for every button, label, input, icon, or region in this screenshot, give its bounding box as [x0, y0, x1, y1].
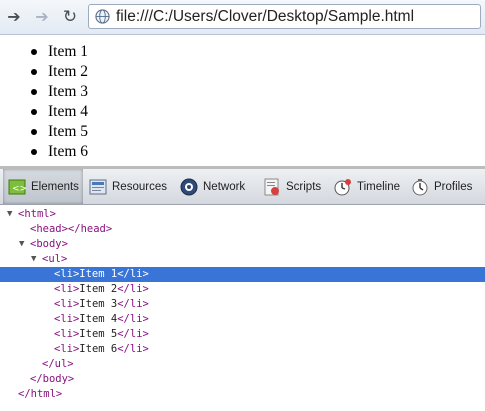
- network-icon: [180, 178, 198, 195]
- dom-node-text: </html>: [18, 388, 63, 400]
- resources-icon: [89, 179, 107, 194]
- tab-profiles[interactable]: Profiles: [410, 169, 472, 204]
- list-item: Item 6: [0, 142, 88, 162]
- address-bar[interactable]: file:///C:/Users/Clover/Desktop/Sample.h…: [88, 4, 481, 29]
- dom-node-text: <li>Item 5</li>: [54, 328, 149, 340]
- dom-node-selected[interactable]: <li>Item 1</li>: [0, 267, 485, 282]
- url-text: file:///C:/Users/Clover/Desktop/Sample.h…: [116, 8, 415, 25]
- dom-node-text: </body>: [30, 373, 75, 385]
- tab-label: Network: [203, 180, 246, 193]
- dom-node[interactable]: <head></head>: [0, 222, 485, 237]
- dom-node[interactable]: <li>Item 2</li>: [0, 282, 485, 297]
- list-item: Item 2: [0, 62, 88, 82]
- tab-network[interactable]: Network: [179, 169, 245, 204]
- dom-node-text: <li>Item 3</li>: [54, 298, 149, 310]
- dom-node[interactable]: ▼ <ul>: [0, 252, 485, 267]
- expanded-triangle-icon[interactable]: ▼: [19, 237, 24, 252]
- dom-node-text: <li>Item 4</li>: [54, 313, 149, 325]
- dom-node[interactable]: <li>Item 5</li>: [0, 327, 485, 342]
- dom-node-text: <body>: [30, 238, 68, 250]
- dom-node[interactable]: </html>: [0, 387, 485, 402]
- timeline-icon: [334, 178, 351, 195]
- dom-node-text: <html>: [18, 208, 56, 220]
- dom-node-text: <li>Item 1</li>: [54, 268, 149, 280]
- globe-icon: [95, 9, 110, 24]
- tab-scripts[interactable]: Scripts: [262, 169, 321, 204]
- expanded-triangle-icon[interactable]: ▼: [7, 207, 12, 222]
- dom-node[interactable]: </ul>: [0, 357, 485, 372]
- devtools-toolbar: <> Elements Resources Network Scripts Ti…: [0, 169, 485, 205]
- list-item: Item 3: [0, 82, 88, 102]
- list-item: Item 5: [0, 122, 88, 142]
- profiles-icon: [412, 178, 428, 195]
- dom-node-text: <ul>: [42, 253, 68, 265]
- dom-node[interactable]: </body>: [0, 372, 485, 387]
- back-arrow-icon[interactable]: ➔: [4, 7, 24, 27]
- dom-node-text: </ul>: [42, 358, 74, 370]
- tab-label: Scripts: [286, 180, 322, 193]
- dom-node[interactable]: ▼ <body>: [0, 237, 485, 252]
- elements-icon: <>: [8, 179, 27, 194]
- expanded-triangle-icon[interactable]: ▼: [31, 252, 36, 267]
- reload-icon[interactable]: ↻: [60, 7, 80, 27]
- tab-timeline[interactable]: Timeline: [333, 169, 400, 204]
- page-bullet-list: Item 1 Item 2 Item 3 Item 4 Item 5 Item …: [0, 42, 88, 162]
- dom-node-text: <li>Item 6</li>: [54, 343, 149, 355]
- dom-node[interactable]: <li>Item 6</li>: [0, 342, 485, 357]
- tab-label: Profiles: [434, 180, 473, 193]
- svg-text:<>: <>: [12, 184, 27, 194]
- browser-toolbar: ➔ ➔ ↻ file:///C:/Users/Clover/Desktop/Sa…: [0, 0, 485, 35]
- dom-node-text: <head></head>: [30, 223, 113, 235]
- tab-label: Timeline: [357, 180, 401, 193]
- dom-node[interactable]: ▼ <html>: [0, 207, 485, 222]
- dom-node-text: <li>Item 2</li>: [54, 283, 149, 295]
- list-item: Item 1: [0, 42, 88, 62]
- tab-label: Resources: [112, 180, 167, 193]
- list-item: Item 4: [0, 102, 88, 122]
- scripts-icon: [264, 178, 279, 195]
- tab-resources[interactable]: Resources: [88, 169, 167, 204]
- tab-elements[interactable]: <> Elements: [3, 169, 83, 204]
- dom-node[interactable]: <li>Item 4</li>: [0, 312, 485, 327]
- forward-arrow-icon[interactable]: ➔: [32, 7, 52, 27]
- tab-label: Elements: [31, 180, 79, 193]
- dom-node[interactable]: <li>Item 3</li>: [0, 297, 485, 312]
